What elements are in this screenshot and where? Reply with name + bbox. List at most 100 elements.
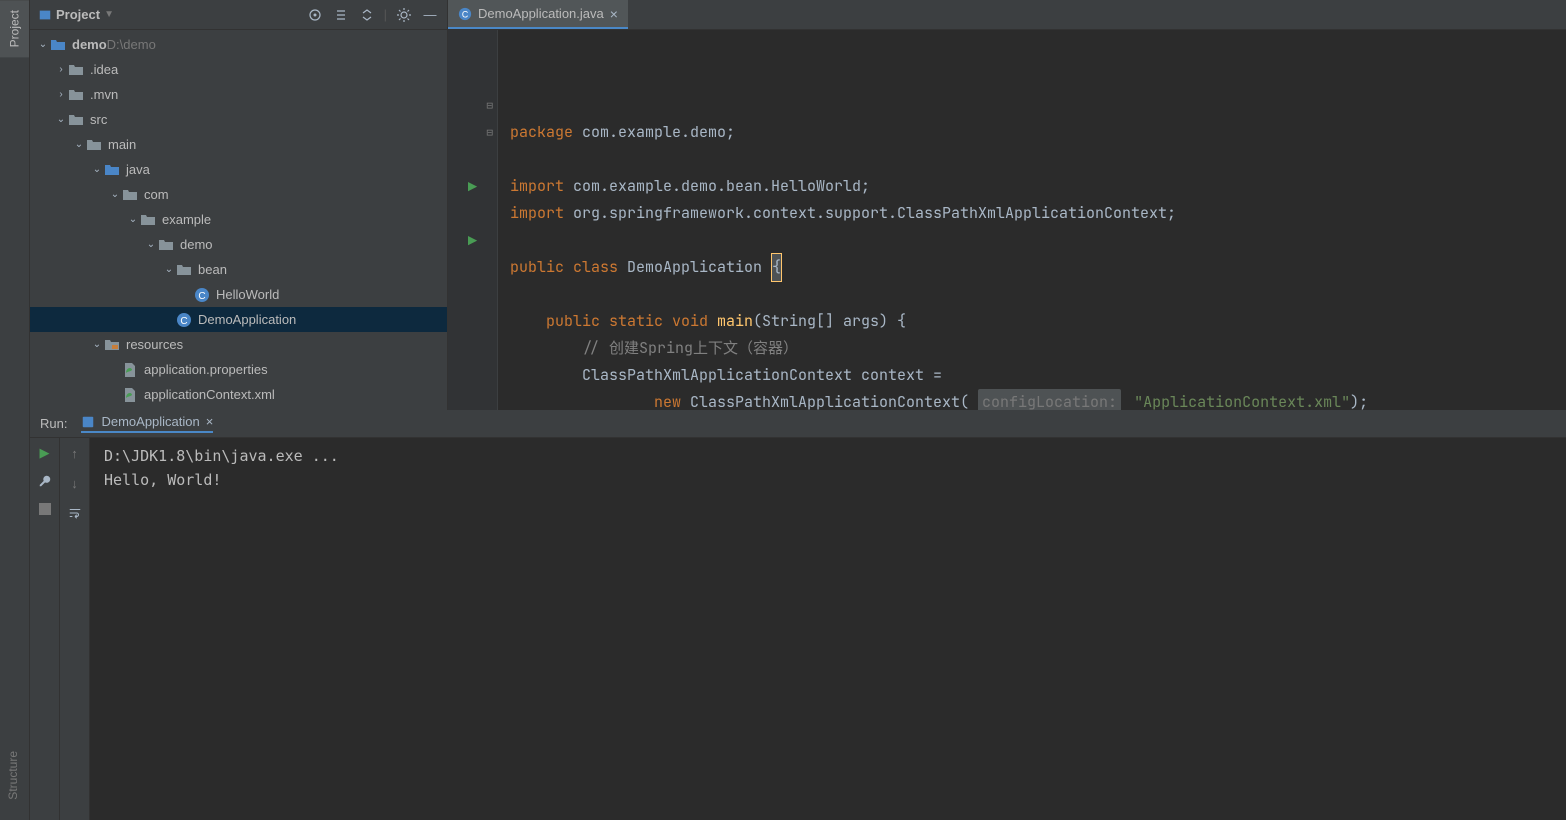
output-line: D:\JDK1.8\bin\java.exe ... — [104, 444, 339, 468]
gutter-row: ▶ — [448, 173, 497, 200]
class-icon: C — [194, 287, 210, 303]
run-config-name: DemoApplication — [101, 414, 199, 429]
gutter-row — [448, 362, 497, 389]
tree-item[interactable]: ⌄demo D:\demo — [30, 32, 447, 57]
chevron-down-icon[interactable]: ⌄ — [162, 263, 176, 277]
stop-icon[interactable] — [36, 500, 54, 518]
tree-item-label: com — [144, 187, 169, 202]
code-line[interactable]: package com.example.demo; — [510, 119, 1566, 146]
chevron-down-icon[interactable]: ⌄ — [90, 163, 104, 177]
folder-icon — [68, 112, 84, 128]
tree-item-label: java — [126, 162, 150, 177]
project-panel-header: Project ▼ | — — [30, 0, 447, 30]
gutter-row — [448, 65, 497, 92]
tree-item[interactable]: ⌄bean — [30, 257, 447, 282]
dropdown-icon: ▼ — [104, 9, 114, 20]
code-line[interactable]: // 创建Spring上下文（容器） — [510, 335, 1566, 362]
tree-item-label: DemoApplication — [198, 312, 296, 327]
editor-tab-demoapplication[interactable]: C DemoApplication.java × — [448, 0, 628, 29]
collapse-icon[interactable] — [358, 6, 376, 24]
tree-item[interactable]: ⌄ resources — [30, 332, 447, 357]
folder-icon — [140, 212, 156, 228]
code-line[interactable]: public static void main(String[] args) { — [510, 308, 1566, 335]
upper-area: Project ▼ | — ⌄demo D:\demo›.idea›.mvn⌄s… — [30, 0, 1566, 410]
locate-icon[interactable] — [306, 6, 324, 24]
file-leaf-icon — [122, 387, 138, 403]
code-line[interactable] — [510, 281, 1566, 308]
code-line[interactable]: ClassPathXmlApplicationContext context = — [510, 362, 1566, 389]
tree-item-label: main — [108, 137, 136, 152]
chevron-down-icon[interactable]: ⌄ — [72, 138, 86, 152]
left-gutter: Project Structure — [0, 0, 30, 820]
structure-tab[interactable]: Structure — [0, 741, 29, 810]
fold-icon[interactable]: ⊟ — [486, 99, 493, 113]
editor-tabs: C DemoApplication.java × — [448, 0, 1566, 30]
folder-blue-icon — [104, 162, 120, 178]
folder-icon — [68, 62, 84, 78]
tree-item[interactable]: ⌄ src — [30, 107, 447, 132]
tree-item[interactable]: application.properties — [30, 357, 447, 382]
tree-item-label: application.properties — [144, 362, 268, 377]
run-output[interactable]: D:\JDK1.8\bin\java.exe ...Hello, World! — [90, 438, 1566, 820]
wrap-icon[interactable] — [66, 504, 84, 522]
code-line[interactable] — [510, 227, 1566, 254]
folder-icon — [158, 237, 174, 253]
tree-item[interactable]: ⌄ main — [30, 132, 447, 157]
code-line[interactable] — [510, 146, 1566, 173]
tree-item[interactable]: ⌄example — [30, 207, 447, 232]
chevron-down-icon[interactable]: ⌄ — [144, 238, 158, 252]
chevron-down-icon[interactable]: ⌄ — [36, 38, 50, 52]
tree-item[interactable]: ⌄demo — [30, 232, 447, 257]
rerun-icon[interactable]: ▶ — [36, 444, 54, 462]
run-gutter-icon[interactable]: ▶ — [468, 177, 477, 197]
tree-item-label: .mvn — [90, 87, 118, 102]
chevron-right-icon[interactable]: › — [54, 63, 68, 77]
chevron-right-icon[interactable]: › — [54, 88, 68, 102]
main-container: Project ▼ | — ⌄demo D:\demo›.idea›.mvn⌄s… — [30, 0, 1566, 820]
hide-icon[interactable]: — — [421, 6, 439, 24]
gutter-row — [448, 254, 497, 281]
code-line[interactable]: import com.example.demo.bean.HelloWorld; — [510, 173, 1566, 200]
project-tree[interactable]: ⌄demo D:\demo›.idea›.mvn⌄src⌄main⌄java⌄c… — [30, 30, 447, 410]
code-area[interactable]: ⊟⊟▶▶⊟⊟ @砖业洋__ package com.example.demo; … — [448, 30, 1566, 410]
project-panel: Project ▼ | — ⌄demo D:\demo›.idea›.mvn⌄s… — [30, 0, 448, 410]
code-line[interactable]: import org.springframework.context.suppo… — [510, 200, 1566, 227]
up-arrow-icon[interactable]: ↑ — [66, 444, 84, 462]
chevron-down-icon[interactable]: ⌄ — [126, 213, 140, 227]
expand-icon[interactable] — [332, 6, 350, 24]
project-panel-title[interactable]: Project ▼ — [38, 7, 300, 22]
run-gutter-icon[interactable]: ▶ — [468, 231, 477, 251]
editor-area: C DemoApplication.java × ⊟⊟▶▶⊟⊟ @砖业洋__ p… — [448, 0, 1566, 410]
chevron-down-icon[interactable]: ⌄ — [90, 338, 104, 352]
run-panel: Run: DemoApplication × ▶ ↑ ↓ D:\JDK1.8\b… — [30, 410, 1566, 820]
chevron-down-icon[interactable]: ⌄ — [54, 113, 68, 127]
tree-item-label: src — [90, 112, 107, 127]
fold-icon[interactable]: ⊟ — [486, 126, 493, 140]
tree-item[interactable]: ›.idea — [30, 57, 447, 82]
wrench-icon[interactable] — [36, 472, 54, 490]
tree-item[interactable]: ⌄ java — [30, 157, 447, 182]
gutter-row — [448, 281, 497, 308]
code-line[interactable]: public class DemoApplication { — [510, 254, 1566, 281]
folder-icon — [122, 187, 138, 203]
tree-item-label: resources — [126, 337, 183, 352]
close-icon[interactable]: × — [206, 414, 214, 429]
tree-item[interactable]: CHelloWorld — [30, 282, 447, 307]
tree-item[interactable]: › .mvn — [30, 82, 447, 107]
file-leaf-icon — [122, 362, 138, 378]
tree-item[interactable]: applicationContext.xml — [30, 382, 447, 407]
editor-content[interactable]: @砖业洋__ package com.example.demo; import … — [498, 30, 1566, 410]
down-arrow-icon[interactable]: ↓ — [66, 474, 84, 492]
chevron-down-icon[interactable]: ⌄ — [108, 188, 122, 202]
settings-icon[interactable] — [395, 6, 413, 24]
tree-item[interactable]: ⌄ com — [30, 182, 447, 207]
run-config-tab[interactable]: DemoApplication × — [81, 414, 213, 433]
tree-item[interactable]: C DemoApplication — [30, 307, 447, 332]
run-config-icon — [81, 415, 95, 429]
tree-item-label: applicationContext.xml — [144, 387, 275, 402]
code-line[interactable]: new ClassPathXmlApplicationContext( conf… — [510, 389, 1566, 410]
folder-icon — [176, 262, 192, 278]
project-tab[interactable]: Project — [0, 0, 29, 57]
svg-text:C: C — [180, 316, 187, 327]
close-icon[interactable]: × — [610, 6, 618, 22]
